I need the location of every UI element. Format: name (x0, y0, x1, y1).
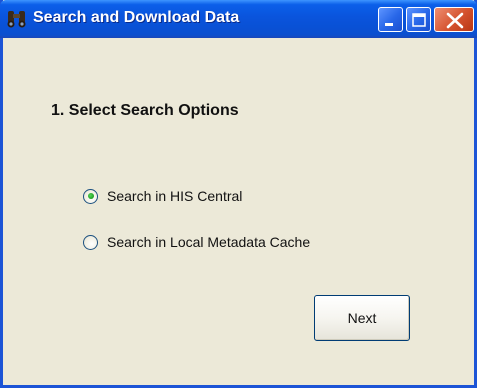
option-local-cache[interactable]: Search in Local Metadata Cache (83, 233, 310, 251)
option-label[interactable]: Search in HIS Central (107, 188, 242, 204)
close-icon (446, 12, 464, 29)
title-bar[interactable]: Search and Download Data (0, 0, 477, 38)
close-button[interactable] (434, 7, 474, 32)
maximize-icon (412, 13, 426, 27)
radio-selected-dot (87, 193, 94, 199)
dialog-window: Search and Download Data 1. Select Searc… (0, 0, 477, 388)
binoculars-icon (6, 8, 28, 28)
minimize-button[interactable] (378, 7, 403, 32)
window-title: Search and Download Data (33, 9, 240, 26)
option-label[interactable]: Search in Local Metadata Cache (107, 234, 310, 250)
minimize-icon (385, 23, 393, 26)
next-button[interactable]: Next (314, 295, 410, 341)
step-heading: 1. Select Search Options (51, 102, 239, 119)
radio-button[interactable] (83, 234, 98, 250)
option-his-central[interactable]: Search in HIS Central (83, 187, 242, 205)
maximize-button[interactable] (406, 7, 431, 32)
radio-button-selected[interactable] (83, 188, 98, 204)
